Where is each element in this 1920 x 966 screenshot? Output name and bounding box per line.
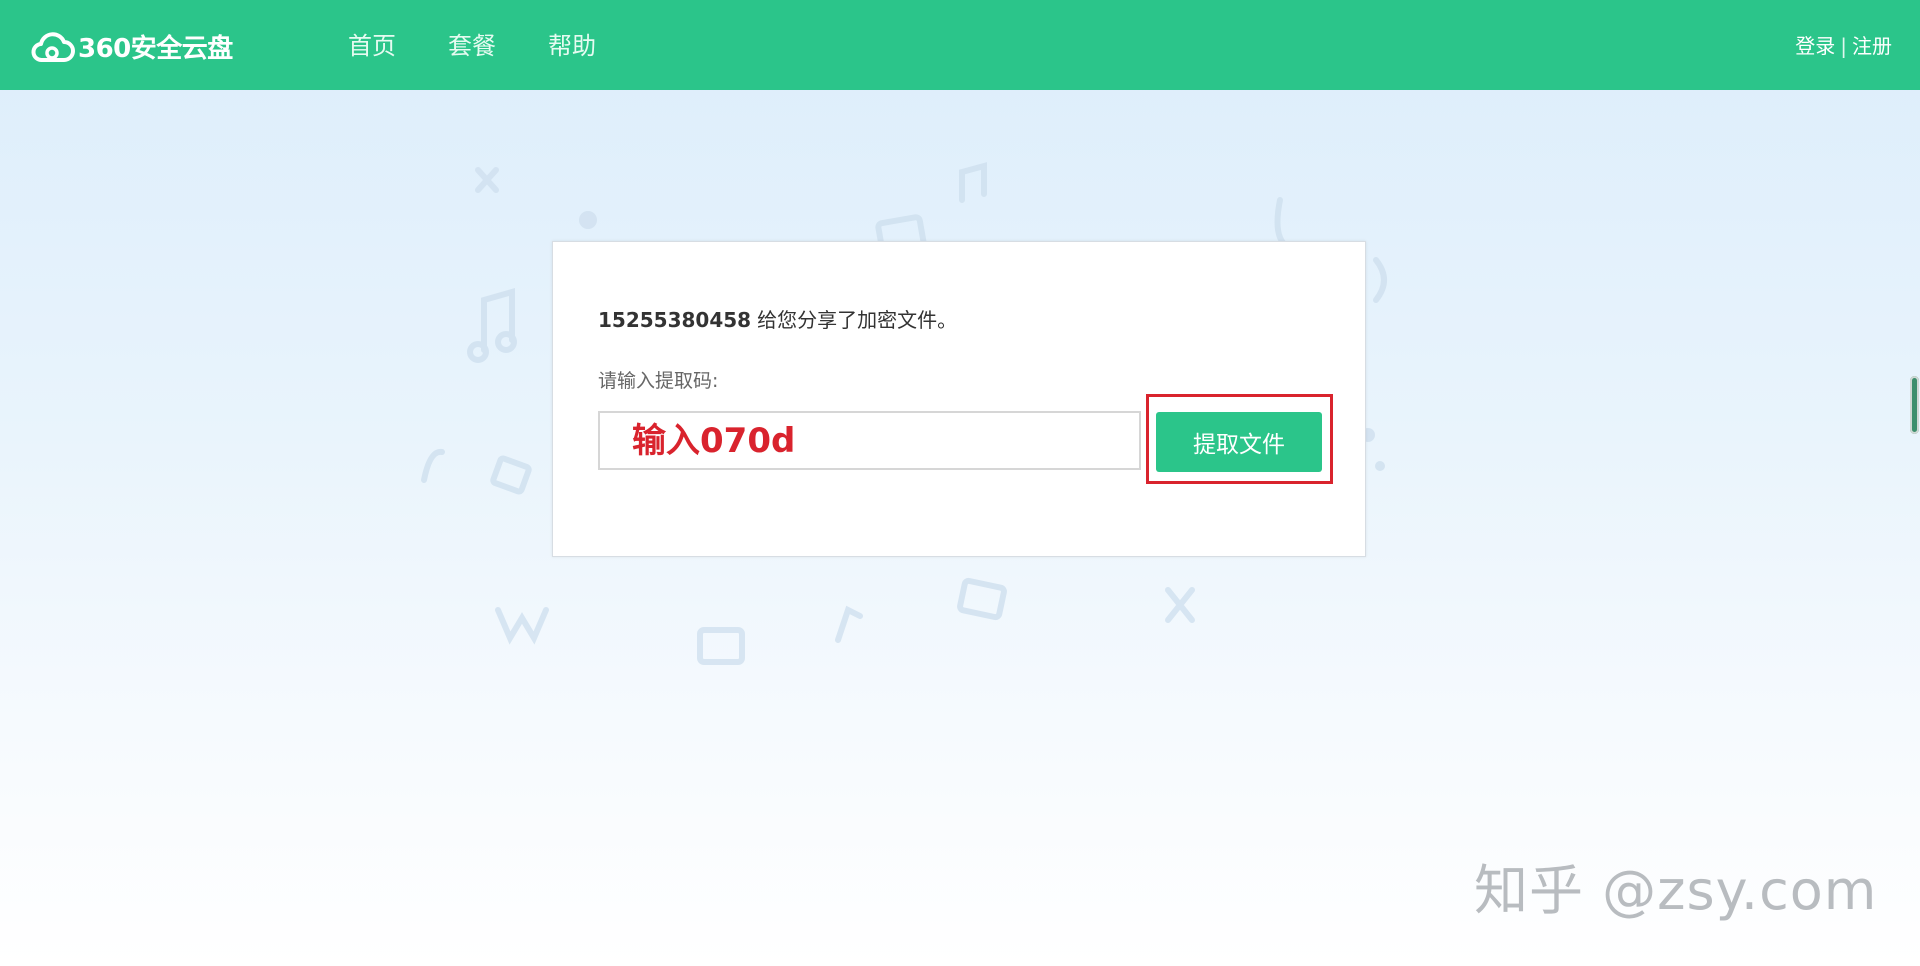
share-card: 15255380458给您分享了加密文件。 请输入提取码: 提取文件	[552, 241, 1366, 557]
auth-links: 登录 | 注册	[1795, 30, 1892, 62]
code-prompt: 请输入提取码:	[598, 370, 719, 392]
watermark: 知乎 @zsy.com	[1474, 859, 1878, 922]
auth-separator: |	[1840, 34, 1847, 58]
nav-home[interactable]: 首页	[348, 29, 396, 63]
top-bar: 360安全云盘 首页 套餐 帮助 登录 | 注册	[0, 0, 1920, 90]
brand-logo[interactable]: 360安全云盘	[28, 28, 233, 65]
scrollbar-handle[interactable]	[1910, 376, 1919, 434]
share-text: 给您分享了加密文件。	[757, 308, 958, 332]
brand-name: 360安全云盘	[78, 34, 233, 64]
login-link[interactable]: 登录	[1795, 34, 1835, 58]
nav-plans[interactable]: 套餐	[448, 29, 496, 63]
cloud-logo-icon	[31, 31, 75, 62]
main-nav: 首页 套餐 帮助	[348, 29, 648, 63]
register-link[interactable]: 注册	[1852, 34, 1892, 58]
extraction-code-input[interactable]	[598, 411, 1141, 470]
sharer-id: 15255380458	[598, 308, 752, 332]
extract-file-button[interactable]: 提取文件	[1156, 412, 1322, 472]
nav-help[interactable]: 帮助	[548, 29, 596, 63]
share-message: 15255380458 给您分享了加密文件。	[598, 304, 957, 333]
